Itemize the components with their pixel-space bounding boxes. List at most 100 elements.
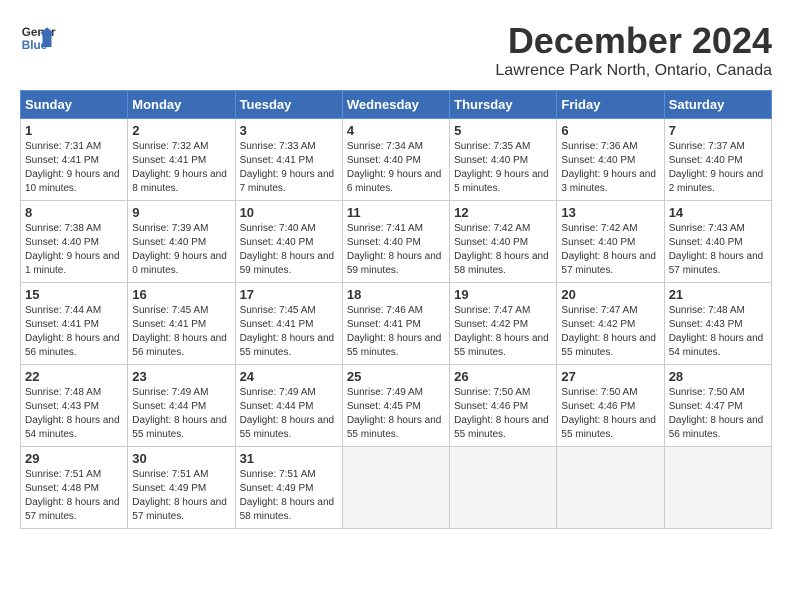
cell-content: Sunrise: 7:50 AMSunset: 4:46 PMDaylight:… bbox=[561, 387, 656, 440]
day-number: 2 bbox=[132, 123, 230, 138]
day-number: 29 bbox=[25, 451, 123, 466]
day-number: 25 bbox=[347, 369, 445, 384]
calendar-cell: 4 Sunrise: 7:34 AMSunset: 4:40 PMDayligh… bbox=[342, 119, 449, 201]
cell-content: Sunrise: 7:49 AMSunset: 4:45 PMDaylight:… bbox=[347, 387, 442, 440]
calendar-cell bbox=[342, 447, 449, 529]
cell-content: Sunrise: 7:47 AMSunset: 4:42 PMDaylight:… bbox=[454, 305, 549, 358]
day-number: 24 bbox=[240, 369, 338, 384]
calendar-cell: 21 Sunrise: 7:48 AMSunset: 4:43 PMDaylig… bbox=[664, 283, 771, 365]
day-number: 4 bbox=[347, 123, 445, 138]
cell-content: Sunrise: 7:46 AMSunset: 4:41 PMDaylight:… bbox=[347, 305, 442, 358]
calendar-cell: 20 Sunrise: 7:47 AMSunset: 4:42 PMDaylig… bbox=[557, 283, 664, 365]
calendar-cell: 8 Sunrise: 7:38 AMSunset: 4:40 PMDayligh… bbox=[21, 201, 128, 283]
calendar-cell: 27 Sunrise: 7:50 AMSunset: 4:46 PMDaylig… bbox=[557, 365, 664, 447]
cell-content: Sunrise: 7:42 AMSunset: 4:40 PMDaylight:… bbox=[454, 223, 549, 276]
day-number: 12 bbox=[454, 205, 552, 220]
day-of-week-header: Monday bbox=[128, 91, 235, 119]
calendar-week-row: 15 Sunrise: 7:44 AMSunset: 4:41 PMDaylig… bbox=[21, 283, 772, 365]
day-number: 8 bbox=[25, 205, 123, 220]
calendar-cell: 17 Sunrise: 7:45 AMSunset: 4:41 PMDaylig… bbox=[235, 283, 342, 365]
calendar-cell: 23 Sunrise: 7:49 AMSunset: 4:44 PMDaylig… bbox=[128, 365, 235, 447]
cell-content: Sunrise: 7:49 AMSunset: 4:44 PMDaylight:… bbox=[240, 387, 335, 440]
calendar-cell: 1 Sunrise: 7:31 AMSunset: 4:41 PMDayligh… bbox=[21, 119, 128, 201]
calendar-cell: 11 Sunrise: 7:41 AMSunset: 4:40 PMDaylig… bbox=[342, 201, 449, 283]
day-number: 16 bbox=[132, 287, 230, 302]
day-number: 15 bbox=[25, 287, 123, 302]
day-number: 27 bbox=[561, 369, 659, 384]
day-number: 13 bbox=[561, 205, 659, 220]
day-number: 21 bbox=[669, 287, 767, 302]
header: General Blue December 2024 Lawrence Park… bbox=[20, 20, 772, 80]
cell-content: Sunrise: 7:34 AMSunset: 4:40 PMDaylight:… bbox=[347, 141, 442, 194]
calendar-cell: 28 Sunrise: 7:50 AMSunset: 4:47 PMDaylig… bbox=[664, 365, 771, 447]
calendar-cell: 24 Sunrise: 7:49 AMSunset: 4:44 PMDaylig… bbox=[235, 365, 342, 447]
cell-content: Sunrise: 7:51 AMSunset: 4:49 PMDaylight:… bbox=[240, 469, 335, 522]
day-of-week-header: Tuesday bbox=[235, 91, 342, 119]
cell-content: Sunrise: 7:32 AMSunset: 4:41 PMDaylight:… bbox=[132, 141, 227, 194]
calendar-week-row: 22 Sunrise: 7:48 AMSunset: 4:43 PMDaylig… bbox=[21, 365, 772, 447]
calendar-cell: 15 Sunrise: 7:44 AMSunset: 4:41 PMDaylig… bbox=[21, 283, 128, 365]
cell-content: Sunrise: 7:37 AMSunset: 4:40 PMDaylight:… bbox=[669, 141, 764, 194]
day-number: 14 bbox=[669, 205, 767, 220]
calendar-cell: 19 Sunrise: 7:47 AMSunset: 4:42 PMDaylig… bbox=[450, 283, 557, 365]
calendar-cell: 3 Sunrise: 7:33 AMSunset: 4:41 PMDayligh… bbox=[235, 119, 342, 201]
calendar-cell bbox=[557, 447, 664, 529]
day-number: 22 bbox=[25, 369, 123, 384]
day-of-week-header: Sunday bbox=[21, 91, 128, 119]
calendar-week-row: 29 Sunrise: 7:51 AMSunset: 4:48 PMDaylig… bbox=[21, 447, 772, 529]
day-of-week-header: Friday bbox=[557, 91, 664, 119]
cell-content: Sunrise: 7:39 AMSunset: 4:40 PMDaylight:… bbox=[132, 223, 227, 276]
calendar-cell: 31 Sunrise: 7:51 AMSunset: 4:49 PMDaylig… bbox=[235, 447, 342, 529]
calendar-cell: 12 Sunrise: 7:42 AMSunset: 4:40 PMDaylig… bbox=[450, 201, 557, 283]
cell-content: Sunrise: 7:45 AMSunset: 4:41 PMDaylight:… bbox=[132, 305, 227, 358]
cell-content: Sunrise: 7:41 AMSunset: 4:40 PMDaylight:… bbox=[347, 223, 442, 276]
calendar-cell: 6 Sunrise: 7:36 AMSunset: 4:40 PMDayligh… bbox=[557, 119, 664, 201]
day-number: 17 bbox=[240, 287, 338, 302]
day-number: 26 bbox=[454, 369, 552, 384]
cell-content: Sunrise: 7:48 AMSunset: 4:43 PMDaylight:… bbox=[25, 387, 120, 440]
cell-content: Sunrise: 7:50 AMSunset: 4:46 PMDaylight:… bbox=[454, 387, 549, 440]
calendar-cell: 7 Sunrise: 7:37 AMSunset: 4:40 PMDayligh… bbox=[664, 119, 771, 201]
day-number: 7 bbox=[669, 123, 767, 138]
day-number: 5 bbox=[454, 123, 552, 138]
calendar-cell: 14 Sunrise: 7:43 AMSunset: 4:40 PMDaylig… bbox=[664, 201, 771, 283]
day-number: 3 bbox=[240, 123, 338, 138]
cell-content: Sunrise: 7:44 AMSunset: 4:41 PMDaylight:… bbox=[25, 305, 120, 358]
day-number: 6 bbox=[561, 123, 659, 138]
day-of-week-header: Saturday bbox=[664, 91, 771, 119]
cell-content: Sunrise: 7:49 AMSunset: 4:44 PMDaylight:… bbox=[132, 387, 227, 440]
day-number: 9 bbox=[132, 205, 230, 220]
calendar-week-row: 8 Sunrise: 7:38 AMSunset: 4:40 PMDayligh… bbox=[21, 201, 772, 283]
calendar-cell: 26 Sunrise: 7:50 AMSunset: 4:46 PMDaylig… bbox=[450, 365, 557, 447]
location-title: Lawrence Park North, Ontario, Canada bbox=[495, 62, 772, 80]
cell-content: Sunrise: 7:31 AMSunset: 4:41 PMDaylight:… bbox=[25, 141, 120, 194]
calendar-cell: 22 Sunrise: 7:48 AMSunset: 4:43 PMDaylig… bbox=[21, 365, 128, 447]
cell-content: Sunrise: 7:33 AMSunset: 4:41 PMDaylight:… bbox=[240, 141, 335, 194]
calendar-body: 1 Sunrise: 7:31 AMSunset: 4:41 PMDayligh… bbox=[21, 119, 772, 529]
cell-content: Sunrise: 7:50 AMSunset: 4:47 PMDaylight:… bbox=[669, 387, 764, 440]
day-number: 28 bbox=[669, 369, 767, 384]
calendar-table: SundayMondayTuesdayWednesdayThursdayFrid… bbox=[20, 90, 772, 529]
logo: General Blue bbox=[20, 20, 56, 56]
day-number: 31 bbox=[240, 451, 338, 466]
calendar-cell: 25 Sunrise: 7:49 AMSunset: 4:45 PMDaylig… bbox=[342, 365, 449, 447]
calendar-header-row: SundayMondayTuesdayWednesdayThursdayFrid… bbox=[21, 91, 772, 119]
day-of-week-header: Wednesday bbox=[342, 91, 449, 119]
title-area: December 2024 Lawrence Park North, Ontar… bbox=[495, 20, 772, 80]
month-title: December 2024 bbox=[495, 20, 772, 62]
day-number: 1 bbox=[25, 123, 123, 138]
calendar-cell: 18 Sunrise: 7:46 AMSunset: 4:41 PMDaylig… bbox=[342, 283, 449, 365]
cell-content: Sunrise: 7:48 AMSunset: 4:43 PMDaylight:… bbox=[669, 305, 764, 358]
calendar-cell: 5 Sunrise: 7:35 AMSunset: 4:40 PMDayligh… bbox=[450, 119, 557, 201]
cell-content: Sunrise: 7:51 AMSunset: 4:48 PMDaylight:… bbox=[25, 469, 120, 522]
cell-content: Sunrise: 7:42 AMSunset: 4:40 PMDaylight:… bbox=[561, 223, 656, 276]
calendar-cell: 29 Sunrise: 7:51 AMSunset: 4:48 PMDaylig… bbox=[21, 447, 128, 529]
day-number: 30 bbox=[132, 451, 230, 466]
cell-content: Sunrise: 7:43 AMSunset: 4:40 PMDaylight:… bbox=[669, 223, 764, 276]
day-of-week-header: Thursday bbox=[450, 91, 557, 119]
calendar-cell: 2 Sunrise: 7:32 AMSunset: 4:41 PMDayligh… bbox=[128, 119, 235, 201]
calendar-cell bbox=[664, 447, 771, 529]
cell-content: Sunrise: 7:51 AMSunset: 4:49 PMDaylight:… bbox=[132, 469, 227, 522]
calendar-cell bbox=[450, 447, 557, 529]
day-number: 19 bbox=[454, 287, 552, 302]
